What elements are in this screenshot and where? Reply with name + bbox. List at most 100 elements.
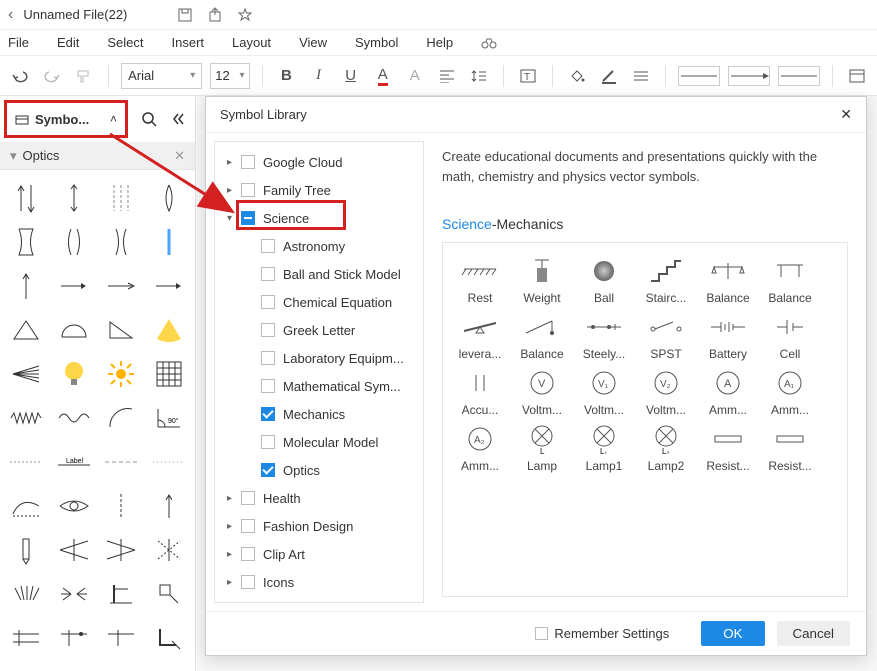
- shape-arrow-left[interactable]: [5, 179, 47, 217]
- shape-right-triangle[interactable]: [100, 311, 142, 349]
- tree-item-mechanics[interactable]: Mechanics: [215, 400, 423, 428]
- symbol-steely-[interactable]: Steely...: [575, 311, 633, 361]
- fill-button[interactable]: [565, 62, 589, 90]
- symbol-cell[interactable]: Cell: [761, 311, 819, 361]
- ok-button[interactable]: OK: [701, 621, 764, 646]
- symbol-library-header[interactable]: Symbo... ˄: [4, 100, 128, 138]
- cancel-button[interactable]: Cancel: [777, 621, 851, 646]
- symbol-ball[interactable]: Ball: [575, 255, 633, 305]
- category-tree[interactable]: ▸Google Cloud▸Family Tree▾ScienceAstrono…: [214, 141, 424, 603]
- shape-pencil[interactable]: [5, 531, 47, 569]
- shape-bottom-1[interactable]: [5, 619, 47, 657]
- symbol-balance[interactable]: Balance: [699, 255, 757, 305]
- tree-item-google-cloud[interactable]: ▸Google Cloud: [215, 148, 423, 176]
- shape-burst-1[interactable]: [5, 575, 47, 613]
- shape-lightbulb[interactable]: [53, 355, 95, 393]
- line-sample-2[interactable]: [728, 66, 770, 86]
- menu-symbol[interactable]: Symbol: [355, 35, 398, 50]
- symbol-resist-[interactable]: Resist...: [699, 423, 757, 473]
- tree-item-ball-and-stick-model[interactable]: Ball and Stick Model: [215, 260, 423, 288]
- symbol-rest[interactable]: Rest: [451, 255, 509, 305]
- menu-edit[interactable]: Edit: [57, 35, 79, 50]
- checkbox[interactable]: [241, 519, 255, 533]
- shape-grid[interactable]: [148, 355, 190, 393]
- search-icon[interactable]: [142, 112, 157, 127]
- symbol-amm-[interactable]: AAmm...: [699, 367, 757, 417]
- shape-right-arrow-3[interactable]: [148, 267, 190, 305]
- checkbox[interactable]: [241, 183, 255, 197]
- symbol-voltm-[interactable]: V₁Voltm...: [575, 367, 633, 417]
- close-icon[interactable]: ✕: [840, 106, 852, 123]
- symbol-stairc-[interactable]: Stairc...: [637, 255, 695, 305]
- shape-label-3[interactable]: [100, 443, 142, 481]
- tree-item-health[interactable]: ▸Health: [215, 484, 423, 512]
- checkbox[interactable]: [261, 351, 275, 365]
- close-icon[interactable]: ✕: [174, 148, 185, 164]
- tree-item-molecular-model[interactable]: Molecular Model: [215, 428, 423, 456]
- format-painter-button[interactable]: [72, 62, 96, 90]
- shape-arc[interactable]: [100, 399, 142, 437]
- tree-item-clip-art[interactable]: ▸Clip Art: [215, 540, 423, 568]
- shape-sun[interactable]: [100, 355, 142, 393]
- checkbox[interactable]: [261, 267, 275, 281]
- redo-button[interactable]: [40, 62, 64, 90]
- share-icon[interactable]: [207, 7, 223, 23]
- checkbox[interactable]: [261, 323, 275, 337]
- symbol-accu-[interactable]: Accu...: [451, 367, 509, 417]
- shape-concave[interactable]: [5, 223, 47, 261]
- tree-item-family-tree[interactable]: ▸Family Tree: [215, 176, 423, 204]
- symbol-lamp1[interactable]: L₁Lamp1: [575, 423, 633, 473]
- checkbox[interactable]: [241, 547, 255, 561]
- checkbox[interactable]: [261, 435, 275, 449]
- back-icon[interactable]: ‹: [8, 6, 13, 24]
- highlight-button[interactable]: A: [403, 62, 427, 90]
- symbol-amm-[interactable]: A₁Amm...: [761, 367, 819, 417]
- collapse-icon[interactable]: [171, 112, 185, 126]
- shape-angle[interactable]: 90°: [148, 399, 190, 437]
- shape-label-2[interactable]: Label: [53, 443, 95, 481]
- symbol-lamp[interactable]: LLamp: [513, 423, 571, 473]
- symbol-voltm-[interactable]: V₂Voltm...: [637, 367, 695, 417]
- tree-item-greek-letter[interactable]: Greek Letter: [215, 316, 423, 344]
- menu-select[interactable]: Select: [107, 35, 143, 50]
- checkbox[interactable]: [241, 491, 255, 505]
- shape-parens[interactable]: [53, 223, 95, 261]
- shape-bulb-yellow[interactable]: [148, 311, 190, 349]
- symbol-balance[interactable]: Balance: [513, 311, 571, 361]
- shape-right-arrow-open[interactable]: [100, 267, 142, 305]
- bold-button[interactable]: B: [274, 62, 298, 90]
- menu-file[interactable]: File: [8, 35, 29, 50]
- checkbox[interactable]: [261, 463, 275, 477]
- line-style-button[interactable]: [629, 62, 653, 90]
- symbol-battery[interactable]: Battery: [699, 311, 757, 361]
- italic-button[interactable]: I: [306, 62, 330, 90]
- symbol-levera-[interactable]: levera...: [451, 311, 509, 361]
- tree-item-laboratory-equipm-[interactable]: Laboratory Equipm...: [215, 344, 423, 372]
- symbol-spst[interactable]: SPST: [637, 311, 695, 361]
- menu-view[interactable]: View: [299, 35, 327, 50]
- symbol-lamp2[interactable]: L₂Lamp2: [637, 423, 695, 473]
- shape-burst-2[interactable]: [53, 575, 95, 613]
- shape-bottom-2[interactable]: [53, 619, 95, 657]
- shape-wave[interactable]: [5, 399, 47, 437]
- shape-up-arrow[interactable]: [5, 267, 47, 305]
- menu-layout[interactable]: Layout: [232, 35, 271, 50]
- checkbox[interactable]: [241, 211, 255, 225]
- shape-lens-convex[interactable]: [148, 179, 190, 217]
- star-icon[interactable]: [237, 7, 253, 23]
- shape-reverse-parens[interactable]: [100, 223, 142, 261]
- shape-eye[interactable]: [53, 487, 95, 525]
- menu-help[interactable]: Help: [426, 35, 453, 50]
- symbol-amm-[interactable]: A₂Amm...: [451, 423, 509, 473]
- symbol-balance[interactable]: Balance: [761, 255, 819, 305]
- remember-checkbox[interactable]: Remember Settings: [535, 626, 669, 641]
- shape-semicircle[interactable]: [53, 311, 95, 349]
- shape-stand[interactable]: [100, 575, 142, 613]
- checkbox[interactable]: [241, 575, 255, 589]
- tree-item-astronomy[interactable]: Astronomy: [215, 232, 423, 260]
- align-button[interactable]: [435, 62, 459, 90]
- shape-dash-vert[interactable]: [100, 487, 142, 525]
- tree-item-chemical-equation[interactable]: Chemical Equation: [215, 288, 423, 316]
- underline-button[interactable]: U: [339, 62, 363, 90]
- symbol-weight[interactable]: Weight: [513, 255, 571, 305]
